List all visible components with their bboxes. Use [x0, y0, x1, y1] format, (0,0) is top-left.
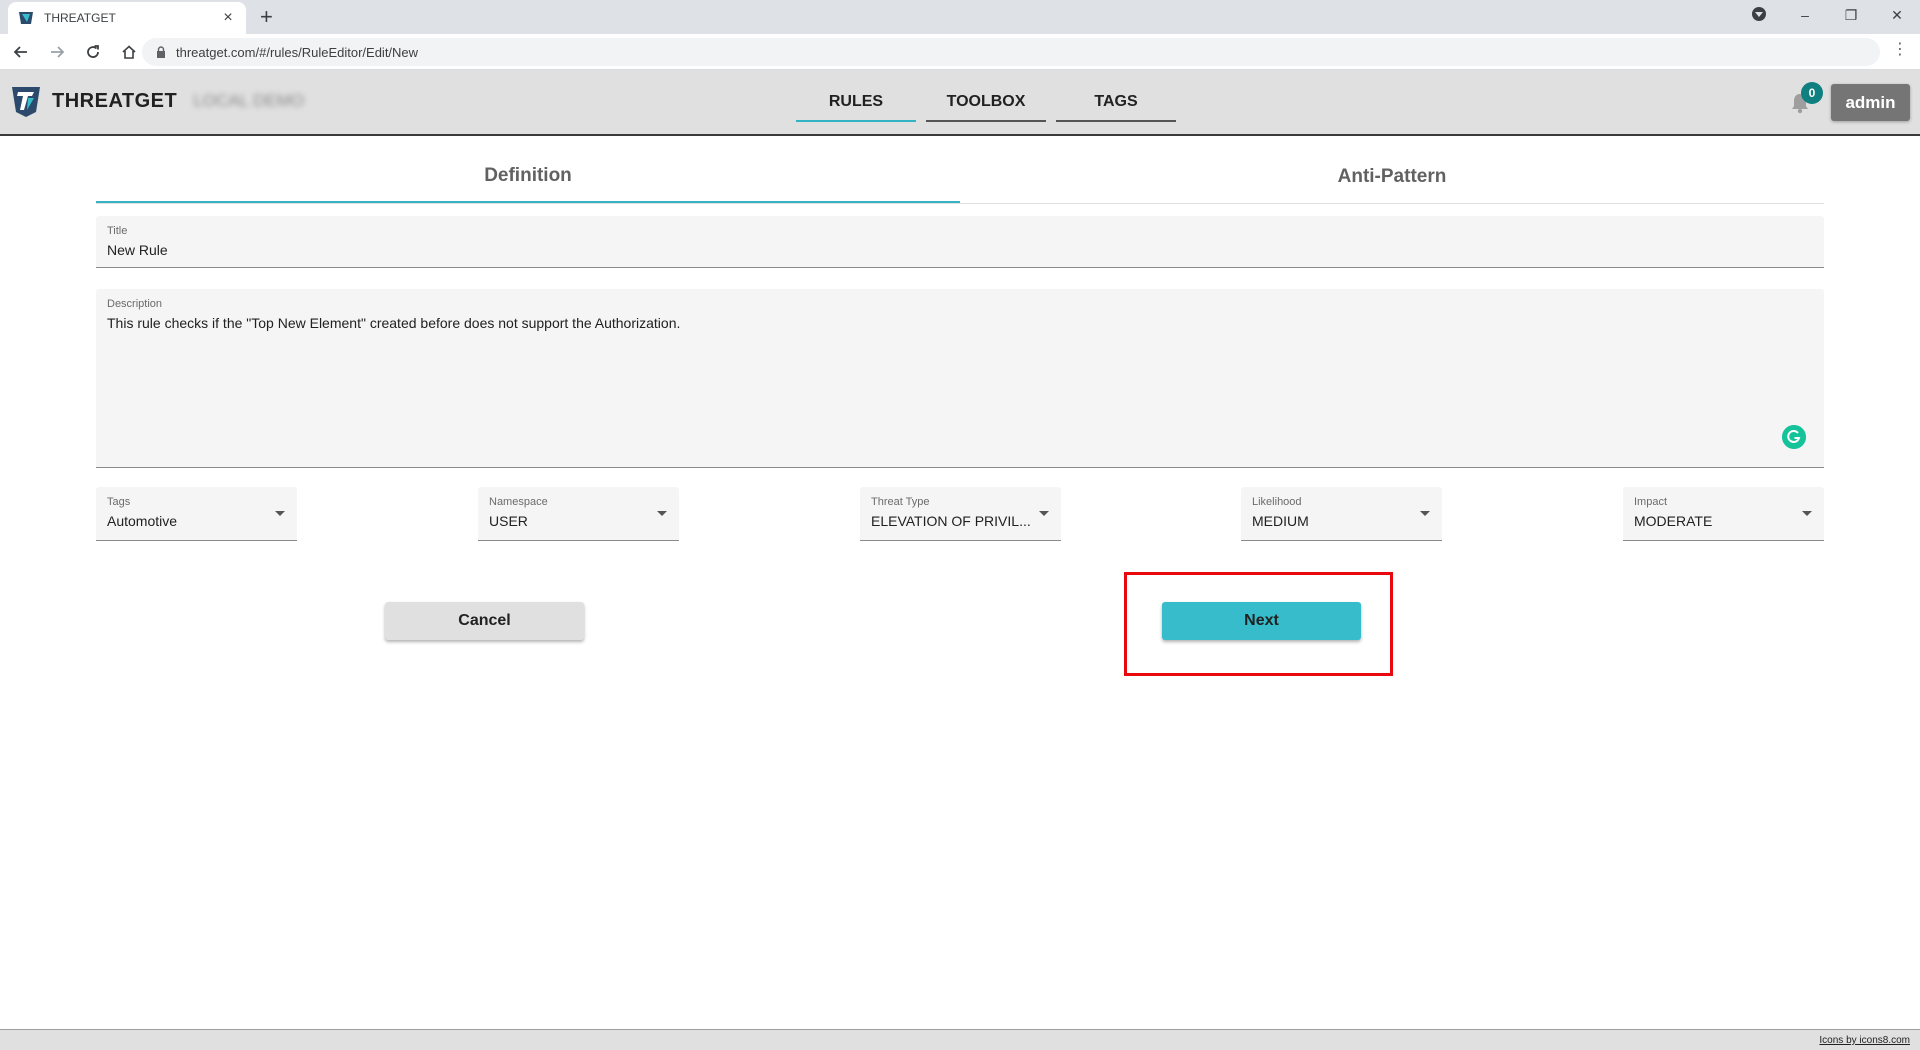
- lock-icon: [157, 46, 165, 58]
- tags-select[interactable]: Tags Automotive: [96, 487, 297, 541]
- browser-tabstrip: THREATGET × + – ❐ ✕: [0, 0, 1920, 34]
- main-nav: RULES TOOLBOX TAGS: [796, 84, 1186, 122]
- chevron-down-icon: [1039, 511, 1049, 516]
- maximize-icon[interactable]: ❐: [1828, 7, 1874, 24]
- chevron-down-icon: [1420, 511, 1430, 516]
- blurred-instance-name: LOCAL DEMO: [193, 91, 305, 110]
- editor-tabs: Definition Anti-Pattern: [96, 150, 1824, 204]
- nav-tab-rules[interactable]: RULES: [796, 84, 916, 122]
- next-button[interactable]: Next: [1162, 602, 1361, 640]
- browser-toolbar: threatget.com/#/rules/RuleEditor/Edit/Ne…: [0, 34, 1920, 70]
- icons8-credit-link[interactable]: Icons by icons8.com: [1819, 1035, 1910, 1046]
- title-value: New Rule: [107, 242, 168, 258]
- new-tab-icon[interactable]: +: [260, 6, 273, 28]
- user-menu-button[interactable]: admin: [1831, 84, 1910, 121]
- minimize-icon[interactable]: –: [1782, 7, 1828, 23]
- footer: Icons by icons8.com: [0, 1029, 1920, 1050]
- close-tab-icon[interactable]: ×: [220, 10, 236, 26]
- impact-label: Impact: [1634, 496, 1668, 508]
- tab-anti-pattern[interactable]: Anti-Pattern: [960, 150, 1824, 203]
- description-label: Description: [107, 298, 163, 310]
- tab-definition[interactable]: Definition: [96, 150, 960, 203]
- impact-select[interactable]: Impact MODERATE: [1623, 487, 1824, 541]
- chevron-down-icon: [657, 511, 667, 516]
- back-arrow-icon[interactable]: [6, 37, 36, 67]
- threatget-favicon-icon: [19, 12, 33, 24]
- brand[interactable]: THREATGET LOCAL DEMO: [10, 84, 304, 118]
- browser-tab[interactable]: THREATGET ×: [8, 2, 246, 34]
- namespace-label: Namespace: [489, 496, 548, 508]
- tags-value: Automotive: [107, 513, 178, 529]
- likelihood-label: Likelihood: [1252, 496, 1302, 508]
- cancel-button[interactable]: Cancel: [385, 602, 584, 640]
- likelihood-value: MEDIUM: [1252, 513, 1309, 529]
- threatget-logo-icon: [12, 87, 40, 117]
- description-value: This rule checks if the "Top New Element…: [107, 315, 681, 331]
- likelihood-select[interactable]: Likelihood MEDIUM: [1241, 487, 1442, 541]
- namespace-select[interactable]: Namespace USER: [478, 487, 679, 541]
- address-bar[interactable]: threatget.com/#/rules/RuleEditor/Edit/Ne…: [142, 38, 1880, 66]
- chevron-down-icon: [275, 511, 285, 516]
- url-text: threatget.com/#/rules/RuleEditor/Edit/Ne…: [176, 44, 419, 60]
- threat-type-value: ELEVATION OF PRIVIL...: [871, 513, 1031, 529]
- window-controls: – ❐ ✕: [1736, 0, 1920, 30]
- grammarly-icon[interactable]: [1782, 425, 1806, 449]
- nav-tab-toolbox[interactable]: TOOLBOX: [926, 84, 1046, 122]
- forward-arrow-icon[interactable]: [42, 37, 72, 67]
- browser-tab-title: THREATGET: [44, 11, 116, 25]
- browser-menu-icon[interactable]: ⋮: [1892, 42, 1908, 58]
- title-field[interactable]: Title New Rule: [96, 216, 1824, 268]
- brand-name: THREATGET: [52, 89, 178, 112]
- notification-count-badge: 0: [1801, 82, 1823, 104]
- impact-value: MODERATE: [1634, 513, 1713, 529]
- profile-menu-icon[interactable]: [1736, 6, 1782, 24]
- description-field[interactable]: Description This rule checks if the "Top…: [96, 289, 1824, 468]
- title-label: Title: [107, 225, 128, 237]
- threat-type-label: Threat Type: [871, 496, 930, 508]
- window-close-icon[interactable]: ✕: [1874, 7, 1920, 24]
- app-header: THREATGET LOCAL DEMO RULES TOOLBOX TAGS …: [0, 70, 1920, 136]
- reload-icon[interactable]: [78, 37, 108, 67]
- threat-type-select[interactable]: Threat Type ELEVATION OF PRIVIL...: [860, 487, 1061, 541]
- chevron-down-icon: [1802, 511, 1812, 516]
- home-icon[interactable]: [114, 37, 144, 67]
- namespace-value: USER: [489, 513, 528, 529]
- tags-label: Tags: [107, 496, 131, 508]
- nav-tab-tags[interactable]: TAGS: [1056, 84, 1176, 122]
